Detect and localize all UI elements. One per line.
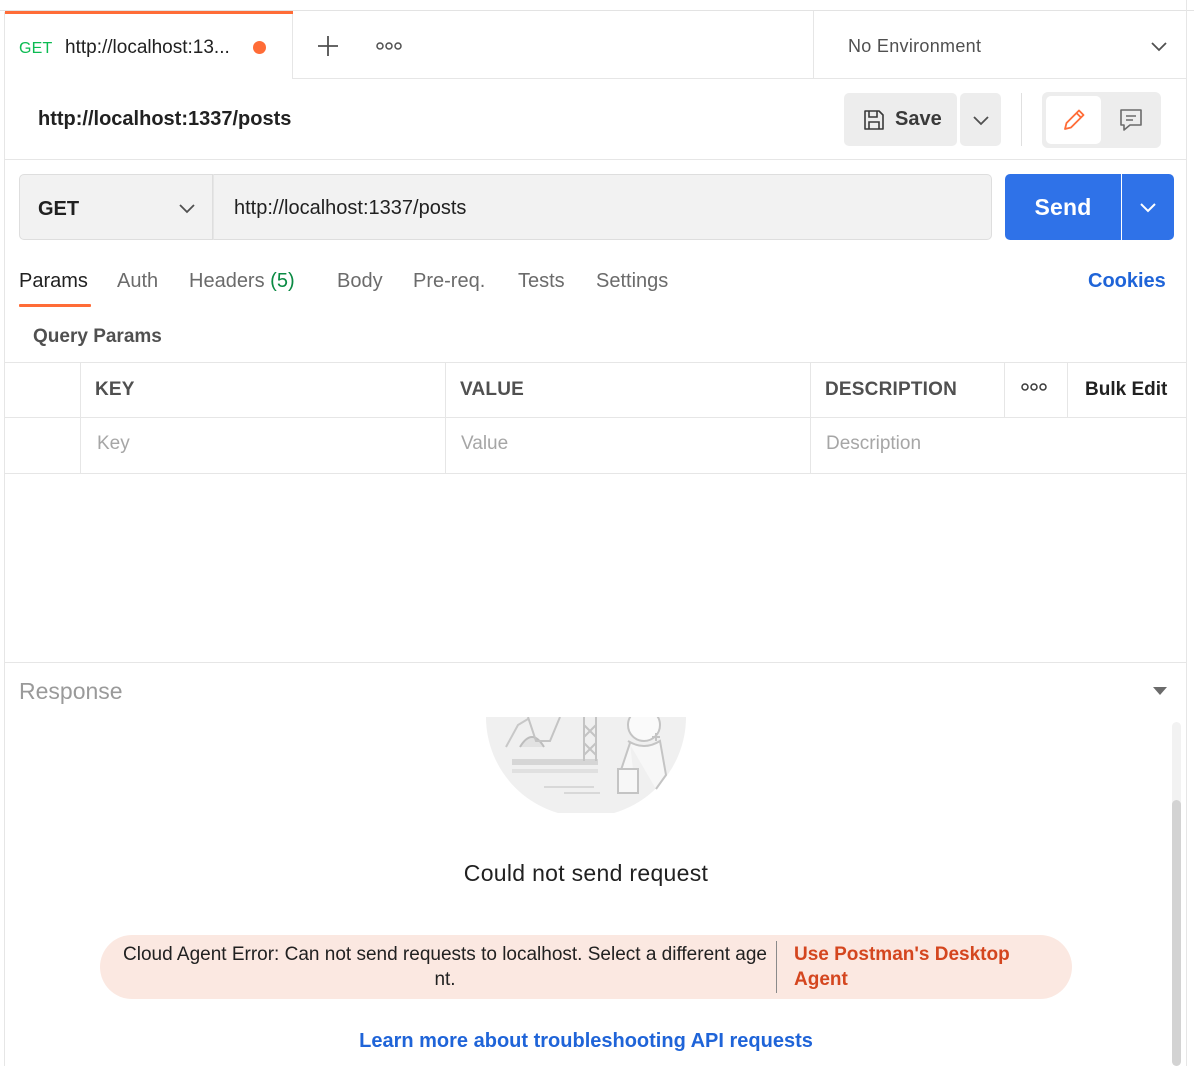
tab-prerequest[interactable]: Pre-req. bbox=[413, 270, 485, 293]
plus-icon bbox=[318, 36, 338, 56]
tab-bar: GET http://localhost:13... No Environmen… bbox=[5, 11, 1186, 79]
error-message: Cloud Agent Error: Can not send requests… bbox=[123, 944, 767, 990]
chevron-down-icon bbox=[179, 204, 195, 214]
chevron-down-icon bbox=[1140, 203, 1156, 213]
bulk-edit-button[interactable]: Bulk Edit bbox=[1085, 379, 1167, 401]
comments-button[interactable] bbox=[1104, 96, 1157, 144]
headers-tab-label: Headers bbox=[189, 270, 265, 292]
save-label: Save bbox=[895, 108, 942, 130]
key-column-header: KEY bbox=[95, 379, 135, 400]
column-divider bbox=[80, 362, 81, 474]
view-mode-toggle bbox=[1042, 92, 1161, 148]
query-params-title: Query Params bbox=[33, 326, 162, 347]
tab-settings[interactable]: Settings bbox=[596, 270, 668, 293]
tab-auth[interactable]: Auth bbox=[117, 270, 158, 293]
response-scrollbar-thumb[interactable] bbox=[1172, 800, 1181, 1066]
query-params-table: KEY VALUE DESCRIPTION Bulk Edit Key Valu… bbox=[5, 362, 1186, 474]
environment-label: No Environment bbox=[848, 36, 982, 56]
method-value: GET bbox=[38, 198, 80, 220]
request-header: http://localhost:1337/posts Save bbox=[5, 80, 1186, 160]
save-options-button[interactable] bbox=[960, 93, 1001, 146]
pencil-icon bbox=[1063, 109, 1084, 130]
response-divider[interactable] bbox=[5, 662, 1186, 663]
error-title: Could not send request bbox=[463, 860, 709, 886]
tab-tests[interactable]: Tests bbox=[518, 270, 565, 293]
method-select[interactable]: GET bbox=[19, 174, 213, 240]
environment-selector[interactable]: No Environment bbox=[813, 11, 1186, 79]
request-name[interactable]: http://localhost:1337/posts bbox=[38, 108, 291, 131]
send-options-button[interactable] bbox=[1122, 174, 1174, 240]
table-border bbox=[5, 362, 1186, 363]
cookies-link[interactable]: Cookies bbox=[1088, 270, 1166, 293]
header-divider bbox=[1021, 93, 1022, 146]
send-label: Send bbox=[1034, 193, 1092, 220]
column-divider bbox=[1067, 362, 1068, 418]
use-desktop-agent-link[interactable]: Use Postman's Desktop Agent bbox=[794, 942, 1054, 992]
headers-count-badge: (5) bbox=[270, 270, 295, 292]
table-border bbox=[5, 417, 1186, 418]
table-border bbox=[5, 473, 1186, 474]
column-options-icon[interactable] bbox=[1021, 382, 1047, 392]
send-button[interactable]: Send bbox=[1005, 174, 1121, 240]
column-divider bbox=[1004, 362, 1005, 418]
key-input[interactable]: Key bbox=[97, 433, 130, 455]
left-border bbox=[4, 12, 5, 1066]
active-tab-indicator bbox=[5, 11, 293, 14]
chevron-down-icon bbox=[972, 115, 989, 125]
unsaved-dot-icon bbox=[253, 41, 266, 54]
save-button[interactable]: Save bbox=[844, 93, 957, 146]
more-tabs-button[interactable] bbox=[371, 33, 407, 59]
url-value: http://localhost:1337/posts bbox=[234, 197, 467, 219]
save-icon bbox=[864, 109, 884, 130]
more-horizontal-icon bbox=[376, 42, 402, 50]
chevron-down-icon bbox=[1151, 42, 1167, 52]
collapse-response-icon[interactable] bbox=[1151, 684, 1169, 698]
tab-params[interactable]: Params bbox=[19, 270, 88, 293]
postman-request-window: GET http://localhost:13... No Environmen… bbox=[0, 0, 1194, 1066]
column-divider bbox=[810, 362, 811, 474]
tab-headers[interactable]: Headers (5) bbox=[189, 270, 295, 293]
error-banner: Cloud Agent Error: Can not send requests… bbox=[100, 935, 1072, 999]
response-title: Response bbox=[19, 678, 123, 704]
edit-mode-button[interactable] bbox=[1046, 96, 1101, 144]
description-input[interactable]: Description bbox=[826, 433, 921, 455]
column-divider bbox=[445, 362, 446, 474]
params-tab-indicator bbox=[19, 304, 91, 307]
new-tab-button[interactable] bbox=[310, 31, 346, 61]
value-input[interactable]: Value bbox=[461, 433, 508, 455]
right-border bbox=[1186, 0, 1187, 1066]
error-banner-separator bbox=[776, 941, 777, 993]
astronaut-illustration bbox=[486, 717, 686, 813]
tab-body[interactable]: Body bbox=[337, 270, 383, 293]
troubleshooting-link[interactable]: Learn more about troubleshooting API req… bbox=[0, 1030, 1172, 1053]
tab-method-label: GET bbox=[19, 40, 53, 57]
description-column-header: DESCRIPTION bbox=[825, 379, 958, 400]
tab-title: http://localhost:13... bbox=[65, 37, 230, 58]
url-input[interactable]: http://localhost:1337/posts bbox=[213, 174, 992, 240]
value-column-header: VALUE bbox=[460, 379, 524, 400]
request-tab[interactable]: GET http://localhost:13... bbox=[5, 11, 293, 79]
comment-icon bbox=[1119, 109, 1142, 131]
